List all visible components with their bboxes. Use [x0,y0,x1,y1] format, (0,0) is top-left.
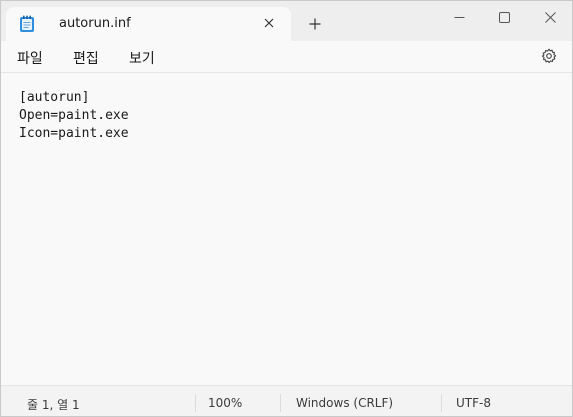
status-divider [280,394,281,412]
status-divider [441,394,442,412]
notepad-icon [19,15,35,33]
close-tab-icon[interactable] [260,14,278,32]
editor-line: Icon=paint.exe [19,126,129,141]
menu-edit[interactable]: 편집 [73,48,99,68]
encoding[interactable]: UTF-8 [456,396,491,410]
minimize-icon[interactable] [436,1,482,33]
zoom-level[interactable]: 100% [208,396,242,410]
line-ending[interactable]: Windows (CRLF) [296,396,393,410]
menu-file[interactable]: 파일 [17,48,43,68]
notepad-window: autorun.inf 파일 편집 보기 [autorun] Open=pain… [0,0,573,417]
tab-title: autorun.inf [59,16,131,31]
text-editor[interactable]: [autorun] Open=paint.exe Icon=paint.exe [1,73,572,385]
status-divider [195,394,196,412]
title-bar: autorun.inf [1,1,572,41]
close-icon[interactable] [527,1,572,33]
menu-view[interactable]: 보기 [129,48,155,68]
gear-icon[interactable] [540,47,558,65]
status-bar: 줄 1, 열 1 100% Windows (CRLF) UTF-8 [1,385,572,416]
plus-icon[interactable] [305,14,325,34]
tab-autorun[interactable]: autorun.inf [6,7,291,41]
menu-bar: 파일 편집 보기 [1,41,572,73]
maximize-icon[interactable] [481,1,527,33]
editor-line: Open=paint.exe [19,108,129,123]
cursor-position: 줄 1, 열 1 [27,398,80,412]
editor-line: [autorun] [19,90,90,105]
